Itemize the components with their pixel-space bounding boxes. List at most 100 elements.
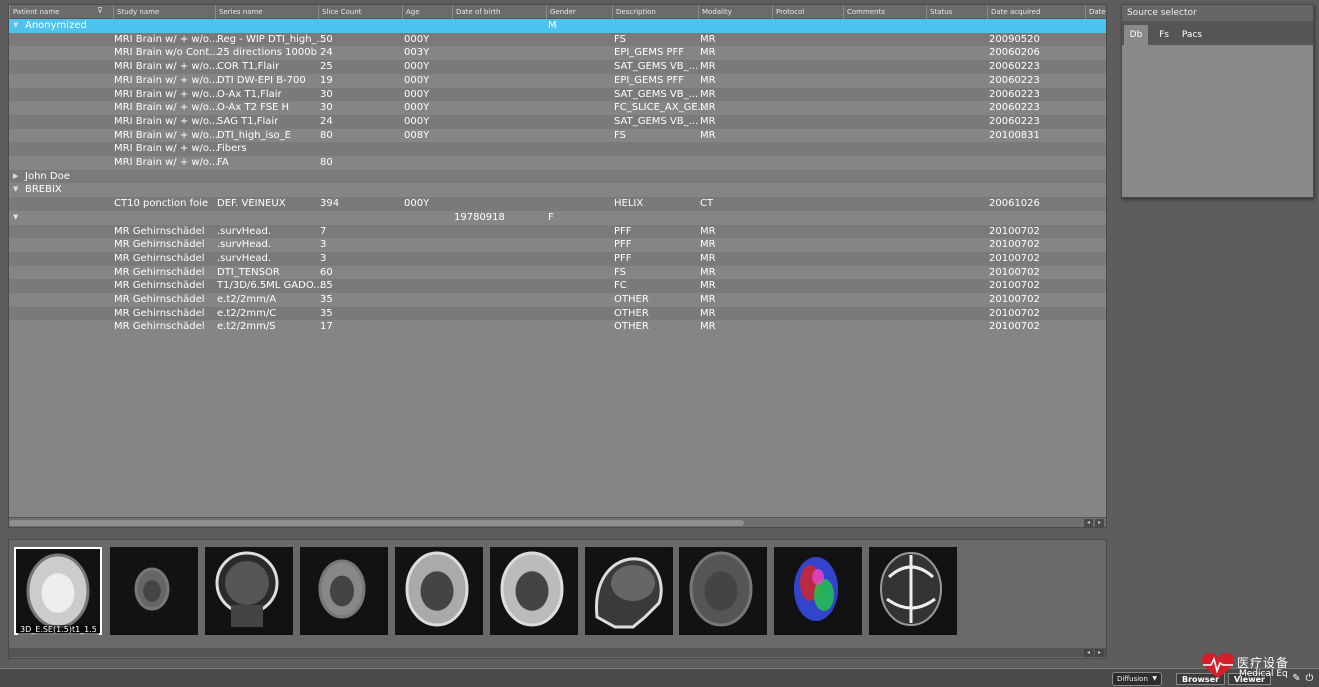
cell-date: 20060223	[989, 115, 1040, 127]
cell-series: O-Ax T1,Flair	[217, 88, 282, 100]
column-header[interactable]: Study name	[113, 5, 215, 19]
thumbnail-axial-brain-fa[interactable]	[869, 547, 957, 635]
cell-study: MR Gehirnschädel	[114, 294, 205, 305]
series-row[interactable]: MR Gehirnschädel .survHead. 7 PFF MR 20100702	[9, 224, 1106, 239]
series-row[interactable]: MR Gehirnschädel T1/3D/6.5ML GADO... 85 FC M…	[9, 279, 1106, 293]
cell-slices: 25	[320, 61, 333, 73]
series-row[interactable]: MRI Brain w/ + w/o... SAG T1,Flair 24 000Y S…	[9, 114, 1106, 129]
series-row[interactable]: CT10 ponction foie DEF. VEINEUX 394 000Y HEL…	[9, 197, 1106, 211]
cell-study: MRI Brain w/ + w/o...	[114, 102, 219, 114]
cell-desc: EPI_GEMS PFF	[614, 47, 685, 59]
cell-study: MR Gehirnschädel	[114, 307, 205, 319]
cell-desc: FS	[614, 33, 626, 45]
cell-slices: 394	[320, 198, 340, 210]
thumbnail-coronal-head[interactable]	[205, 547, 293, 635]
thumbnail-axial-brain-t1[interactable]	[395, 547, 483, 635]
cell-study: MR Gehirnschädel	[114, 280, 205, 292]
series-row[interactable]: MRI Brain w/o Cont... 25 directions 1000b…	[9, 46, 1106, 61]
scan-image	[395, 547, 479, 631]
tab-pacs[interactable]: Pacs	[1178, 25, 1206, 45]
series-row[interactable]: MRI Brain w/ + w/o... DTI DW-EPI B-700 19 0…	[9, 73, 1106, 88]
mode-select[interactable]: Diffusion ▼	[1112, 672, 1162, 686]
cell-slices: 35	[320, 294, 333, 305]
thumbnail-sagittal-head[interactable]	[585, 547, 673, 635]
patient-name: BREBIX	[25, 184, 62, 196]
column-header[interactable]: Age	[402, 5, 452, 19]
column-header[interactable]: Description	[612, 5, 698, 19]
series-row[interactable]: MR Gehirnschädel DTI_TENSOR 60 FS MR 20100702	[9, 265, 1106, 280]
scan-image	[774, 547, 858, 631]
cell-modality: MR	[700, 294, 716, 305]
cell-desc: SAT_GEMS VB_...	[614, 115, 699, 127]
series-row[interactable]: MRI Brain w/ + w/o... DTI_high_iso_E 80 008…	[9, 128, 1106, 143]
tab-db[interactable]: Db	[1124, 25, 1148, 45]
series-row[interactable]: MRI Brain w/ + w/o... Fibers	[9, 142, 1106, 156]
series-row[interactable]: MRI Brain w/ + w/o... O-Ax T2 FSE H 30 000Y…	[9, 101, 1106, 115]
expand-triangle-icon[interactable]: ▼	[13, 19, 18, 33]
column-header[interactable]: Date of birth	[452, 5, 546, 19]
scrollbar-thumb[interactable]	[9, 520, 744, 526]
thumbnail-caption: 3D_E.SE(1.5)t1_1.5	[18, 625, 99, 635]
series-row[interactable]: MR Gehirnschädel .survHead. 3 PFF MR 20100702	[9, 251, 1106, 266]
cell-series: DTI DW-EPI B-700	[217, 74, 306, 86]
scroll-left-button[interactable]: ◂	[1084, 519, 1093, 527]
column-header-bar: ⊽ Patient name Study name Series name Slice…	[9, 5, 1106, 19]
collapse-triangle-icon[interactable]: ▶	[13, 170, 18, 184]
expand-triangle-icon[interactable]: ▼	[13, 183, 18, 197]
column-header[interactable]: Slice Count	[318, 5, 402, 19]
thumb-scroll-left-button[interactable]: ◂	[1084, 649, 1093, 657]
patient-row[interactable]: ▶ John Doe	[9, 169, 1106, 184]
watermark-logo: 医疗设备 Medical Eq	[1201, 652, 1311, 684]
scroll-right-button[interactable]: ▸	[1095, 519, 1104, 527]
table-horizontal-scrollbar[interactable]: ◂ ▸	[9, 517, 1106, 527]
cell-slices: 24	[320, 47, 333, 59]
cell-modality: MR	[700, 47, 716, 59]
thumbnail-axial-brain-bright[interactable]: 3D_E.SE(1.5)t1_1.5	[14, 547, 102, 635]
cell-series: e.t2/2mm/C	[217, 307, 277, 319]
thumb-scroll-right-button[interactable]: ▸	[1095, 649, 1104, 657]
thumbnail-scrollbar[interactable]: ◂ ▸	[9, 648, 1106, 657]
cell-desc: HELIX	[614, 198, 644, 210]
column-header[interactable]: Gender	[546, 5, 612, 19]
database-browser: ⊽ Patient name Study name Series name Slice…	[8, 4, 1107, 528]
cell-study: MR Gehirnschädel	[114, 252, 205, 264]
series-row[interactable]: MRI Brain w/ + w/o... Reg - WIP DTI_high_…	[9, 32, 1106, 47]
series-row[interactable]: MR Gehirnschädel .survHead. 3 PFF MR 20100702	[9, 238, 1106, 252]
thumbnail-axial-brain-small[interactable]	[110, 547, 198, 635]
expand-triangle-icon[interactable]: ▼	[13, 211, 18, 225]
thumbnail-axial-brain-t2[interactable]	[490, 547, 578, 635]
cell-date: 20060223	[989, 61, 1040, 73]
series-row[interactable]: MR Gehirnschädel e.t2/2mm/A 35 OTHER MR 20100…	[9, 293, 1106, 307]
patient-row[interactable]: ▼ Anonymized M	[9, 19, 1106, 33]
column-header[interactable]: Patient name	[9, 5, 113, 19]
cell-desc: FC_SLICE_AX_GE...	[614, 102, 708, 114]
series-row[interactable]: MRI Brain w/ + w/o... COR T1,Flair 25 000Y S…	[9, 60, 1106, 74]
column-header[interactable]: Protocol	[772, 5, 843, 19]
cell-modality: MR	[700, 225, 716, 237]
column-header[interactable]: Status	[926, 5, 987, 19]
series-row[interactable]: MR Gehirnschädel e.t2/2mm/S 17 OTHER MR 20100…	[9, 320, 1106, 335]
column-header[interactable]: Modality	[698, 5, 772, 19]
cell-slices: 80	[320, 157, 333, 168]
column-header[interactable]: Date i	[1085, 5, 1106, 19]
cell-dob: 19780918	[454, 211, 505, 223]
cell-modality: MR	[700, 61, 716, 73]
chevron-down-icon: ▼	[1152, 675, 1157, 682]
patient-row[interactable]: ▼ 19780918 F	[9, 210, 1106, 225]
patient-row[interactable]: ▼ BREBIX	[9, 183, 1106, 198]
series-row[interactable]: MRI Brain w/ + w/o... FA 80	[9, 156, 1106, 170]
cell-slices: 80	[320, 129, 333, 141]
thumbnail-axial-brain-color-fa[interactable]	[774, 547, 862, 635]
source-selector-panel: Source selector Db Fs Pacs	[1121, 4, 1314, 198]
scan-image	[679, 547, 763, 631]
series-row[interactable]: MR Gehirnschädel e.t2/2mm/C 35 OTHER MR 20100…	[9, 306, 1106, 321]
thumbnail-axial-brain-gray[interactable]	[300, 547, 388, 635]
column-header[interactable]: Series name	[215, 5, 318, 19]
cell-series: O-Ax T2 FSE H	[217, 102, 290, 114]
thumbnail-axial-brain-dwi[interactable]	[679, 547, 767, 635]
cell-modality: MR	[700, 252, 716, 264]
column-header[interactable]: Comments	[843, 5, 926, 19]
tab-fs[interactable]: Fs	[1152, 25, 1176, 45]
column-header[interactable]: Date acquired	[987, 5, 1085, 19]
series-row[interactable]: MRI Brain w/ + w/o... O-Ax T1,Flair 30 000Y…	[9, 87, 1106, 102]
